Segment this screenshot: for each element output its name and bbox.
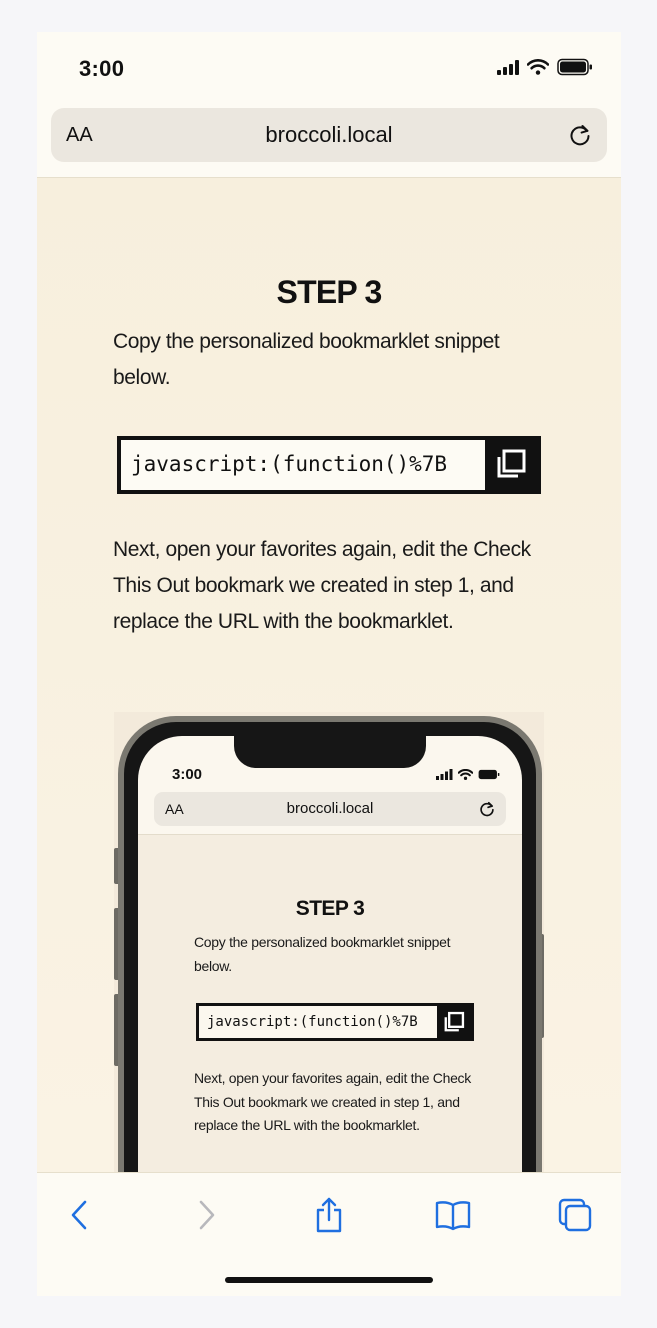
mockup-step-title: STEP 3 [295,897,365,920]
copy-icon [444,1011,465,1032]
forward-button[interactable] [187,1195,227,1235]
bookmarks-button[interactable] [433,1195,473,1235]
back-button[interactable] [59,1195,99,1235]
phone-frame: 3:00 AA broccoli.local STEP 3 Copy the p… [118,716,542,1172]
tabs-button[interactable] [555,1195,595,1235]
bookmarklet-snippet-field[interactable]: javascript:(function()%7B [117,436,541,494]
mockup-instruction-text: Copy the personalized bookmarklet snippe… [194,934,451,974]
forward-icon [199,1200,215,1230]
step-title: STEP 3 [276,274,383,310]
mockup-page-content: STEP 3 Copy the personalized bookmarklet… [138,835,522,1172]
mockup-status-icons [436,769,500,780]
reload-icon [480,801,494,817]
share-icon [316,1197,342,1233]
bookmarks-icon [435,1201,471,1231]
status-bar: 3:00 [37,32,621,102]
cellular-signal-icon [497,59,519,75]
snippet-code[interactable]: javascript:(function()%7B [131,452,487,476]
battery-icon [478,769,500,780]
cellular-signal-icon [436,769,453,780]
mockup-address-bar: AA broccoli.local [154,792,506,826]
mockup-next-instruction-text: Next, open your favorites again, edit th… [194,1070,471,1133]
copy-button[interactable] [485,440,537,490]
status-time: 3:00 [79,56,125,81]
status-icons [497,58,593,76]
mockup-copy-button [437,1006,471,1038]
phone-screen: 3:00 AA broccoli.local STEP 3 Copy the p… [138,736,522,1172]
mockup-snippet-field: javascript:(function()%7B [196,1003,474,1041]
copy-icon [497,449,526,478]
instruction-text: Copy the personalized bookmarklet snippe… [113,330,500,389]
mockup-status-time: 3:00 [172,766,203,783]
safari-window: 3:00 AA broccoli.local STEP 3 Copy the p… [37,32,621,1296]
bottom-toolbar [37,1172,621,1296]
address-bar-container: AA broccoli.local [37,102,621,178]
reload-icon[interactable] [567,122,593,148]
back-icon [71,1200,87,1230]
phone-bezel: 3:00 AA broccoli.local STEP 3 Copy the p… [124,722,536,1172]
wifi-icon [458,769,473,780]
next-instruction-text: Next, open your favorites again, edit th… [113,538,531,633]
wifi-icon [527,59,549,75]
phone-notch [234,736,426,768]
page-content: STEP 3 Copy the personalized bookmarklet… [37,178,621,1172]
url-field[interactable]: broccoli.local [51,122,607,148]
home-indicator[interactable] [225,1277,433,1283]
mockup-snippet-code: javascript:(function()%7B [207,1014,418,1030]
mockup-url: broccoli.local [286,800,374,817]
address-bar[interactable]: AA broccoli.local [51,108,607,162]
tabs-icon [558,1198,592,1232]
share-button[interactable] [309,1195,349,1235]
phone-illustration: 3:00 AA broccoli.local STEP 3 Copy the p… [114,712,544,1172]
battery-icon [557,58,592,76]
